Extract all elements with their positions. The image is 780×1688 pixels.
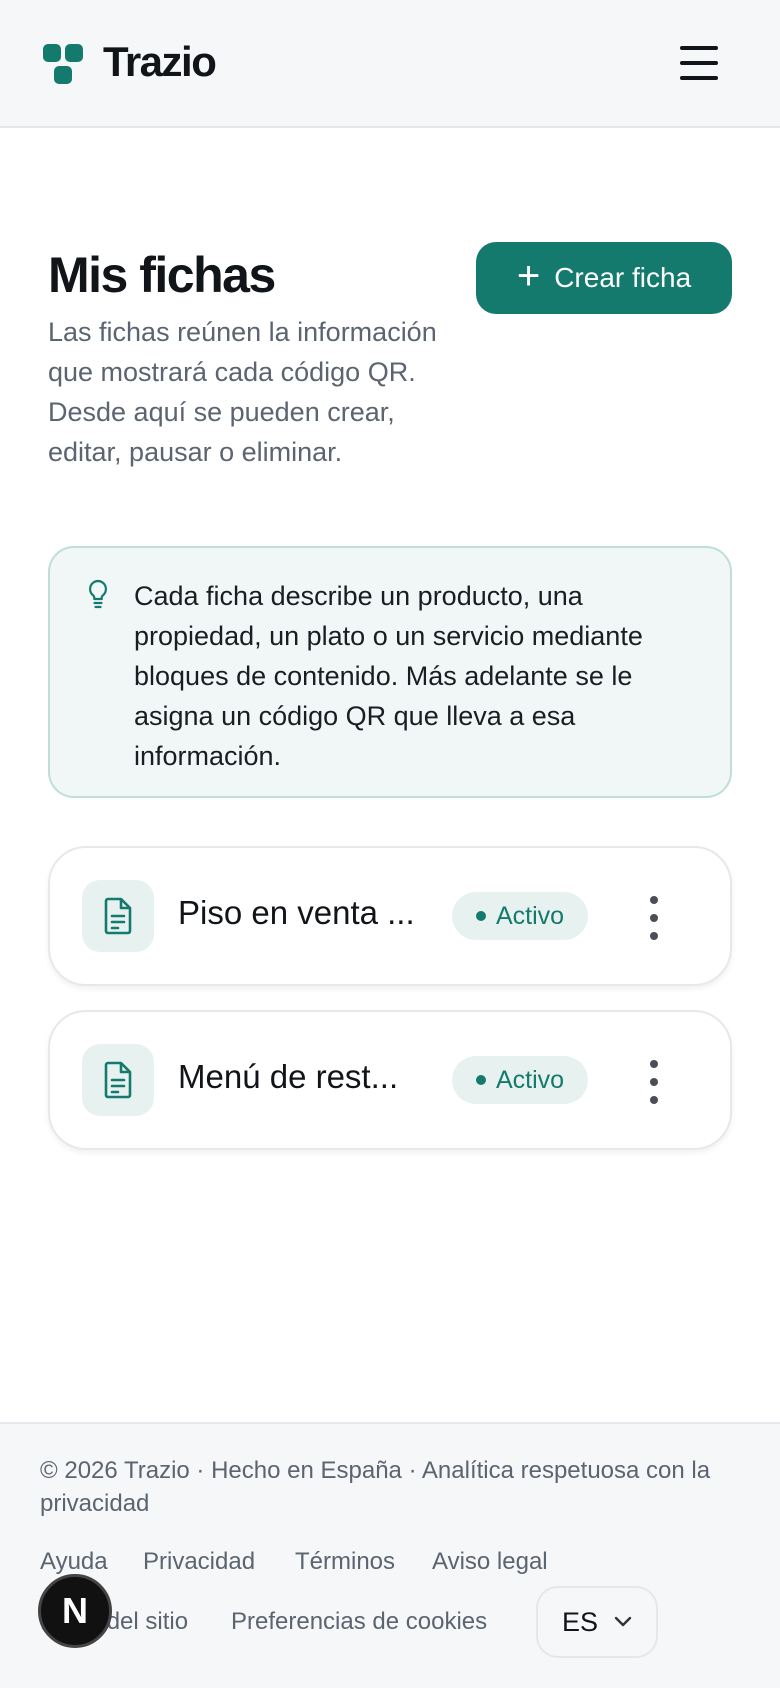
status-label: Activo xyxy=(495,1065,565,1094)
page-title: Mis fichas xyxy=(48,247,276,303)
footer-copyright: © 2026 Trazio · Hecho en España · Analít… xyxy=(40,1457,711,1517)
footer-link-terminos[interactable]: Términos xyxy=(295,1548,395,1576)
lightbulb-icon xyxy=(88,579,108,609)
ficha-card[interactable]: Menú de rest... Activo xyxy=(48,1010,732,1150)
tip-text: Cada ficha describe un producto, una pro… xyxy=(134,581,643,771)
create-ficha-button[interactable]: + Crear ficha xyxy=(476,242,732,314)
status-dot xyxy=(475,911,486,921)
page-description: Las fichas reúnen la información que mos… xyxy=(48,317,437,467)
info-tip: Cada ficha describe un producto, una pro… xyxy=(48,546,732,798)
status-badge: Activo xyxy=(452,892,588,940)
ficha-card[interactable]: Piso en venta ... Activo xyxy=(48,846,732,986)
ficha-title[interactable]: Piso en venta ... xyxy=(178,894,424,932)
nextjs-dev-badge-icon[interactable]: N xyxy=(38,1574,112,1648)
status-label: Activo xyxy=(495,901,565,930)
language-label: ES xyxy=(561,1606,599,1637)
file-text-icon xyxy=(82,1044,154,1116)
dev-badge-letter: N xyxy=(62,1590,88,1631)
footer-link-aviso-legal[interactable]: Aviso legal xyxy=(432,1548,548,1576)
status-badge: Activo xyxy=(452,1056,588,1104)
more-options-icon[interactable] xyxy=(646,896,662,940)
site-footer: © 2026 Trazio · Hecho en España · Analít… xyxy=(0,1422,780,1688)
app-header: Trazio xyxy=(0,0,780,128)
create-ficha-label: Crear ficha xyxy=(554,262,692,293)
menu-icon[interactable] xyxy=(680,44,720,80)
footer-link-cookies[interactable]: Preferencias de cookies xyxy=(231,1608,487,1636)
brand-name[interactable]: Trazio xyxy=(103,38,217,86)
file-text-icon xyxy=(82,880,154,952)
footer-link-ayuda[interactable]: Ayuda xyxy=(40,1548,108,1576)
footer-link-privacidad[interactable]: Privacidad xyxy=(143,1548,255,1576)
ficha-title[interactable]: Menú de rest... xyxy=(178,1058,424,1096)
trazio-logo-icon[interactable] xyxy=(43,44,85,86)
plus-icon: + xyxy=(516,254,541,298)
language-selector[interactable]: ES xyxy=(536,1586,658,1658)
status-dot xyxy=(475,1075,486,1085)
more-options-icon[interactable] xyxy=(646,1060,662,1104)
chevron-down-icon xyxy=(614,1616,632,1627)
